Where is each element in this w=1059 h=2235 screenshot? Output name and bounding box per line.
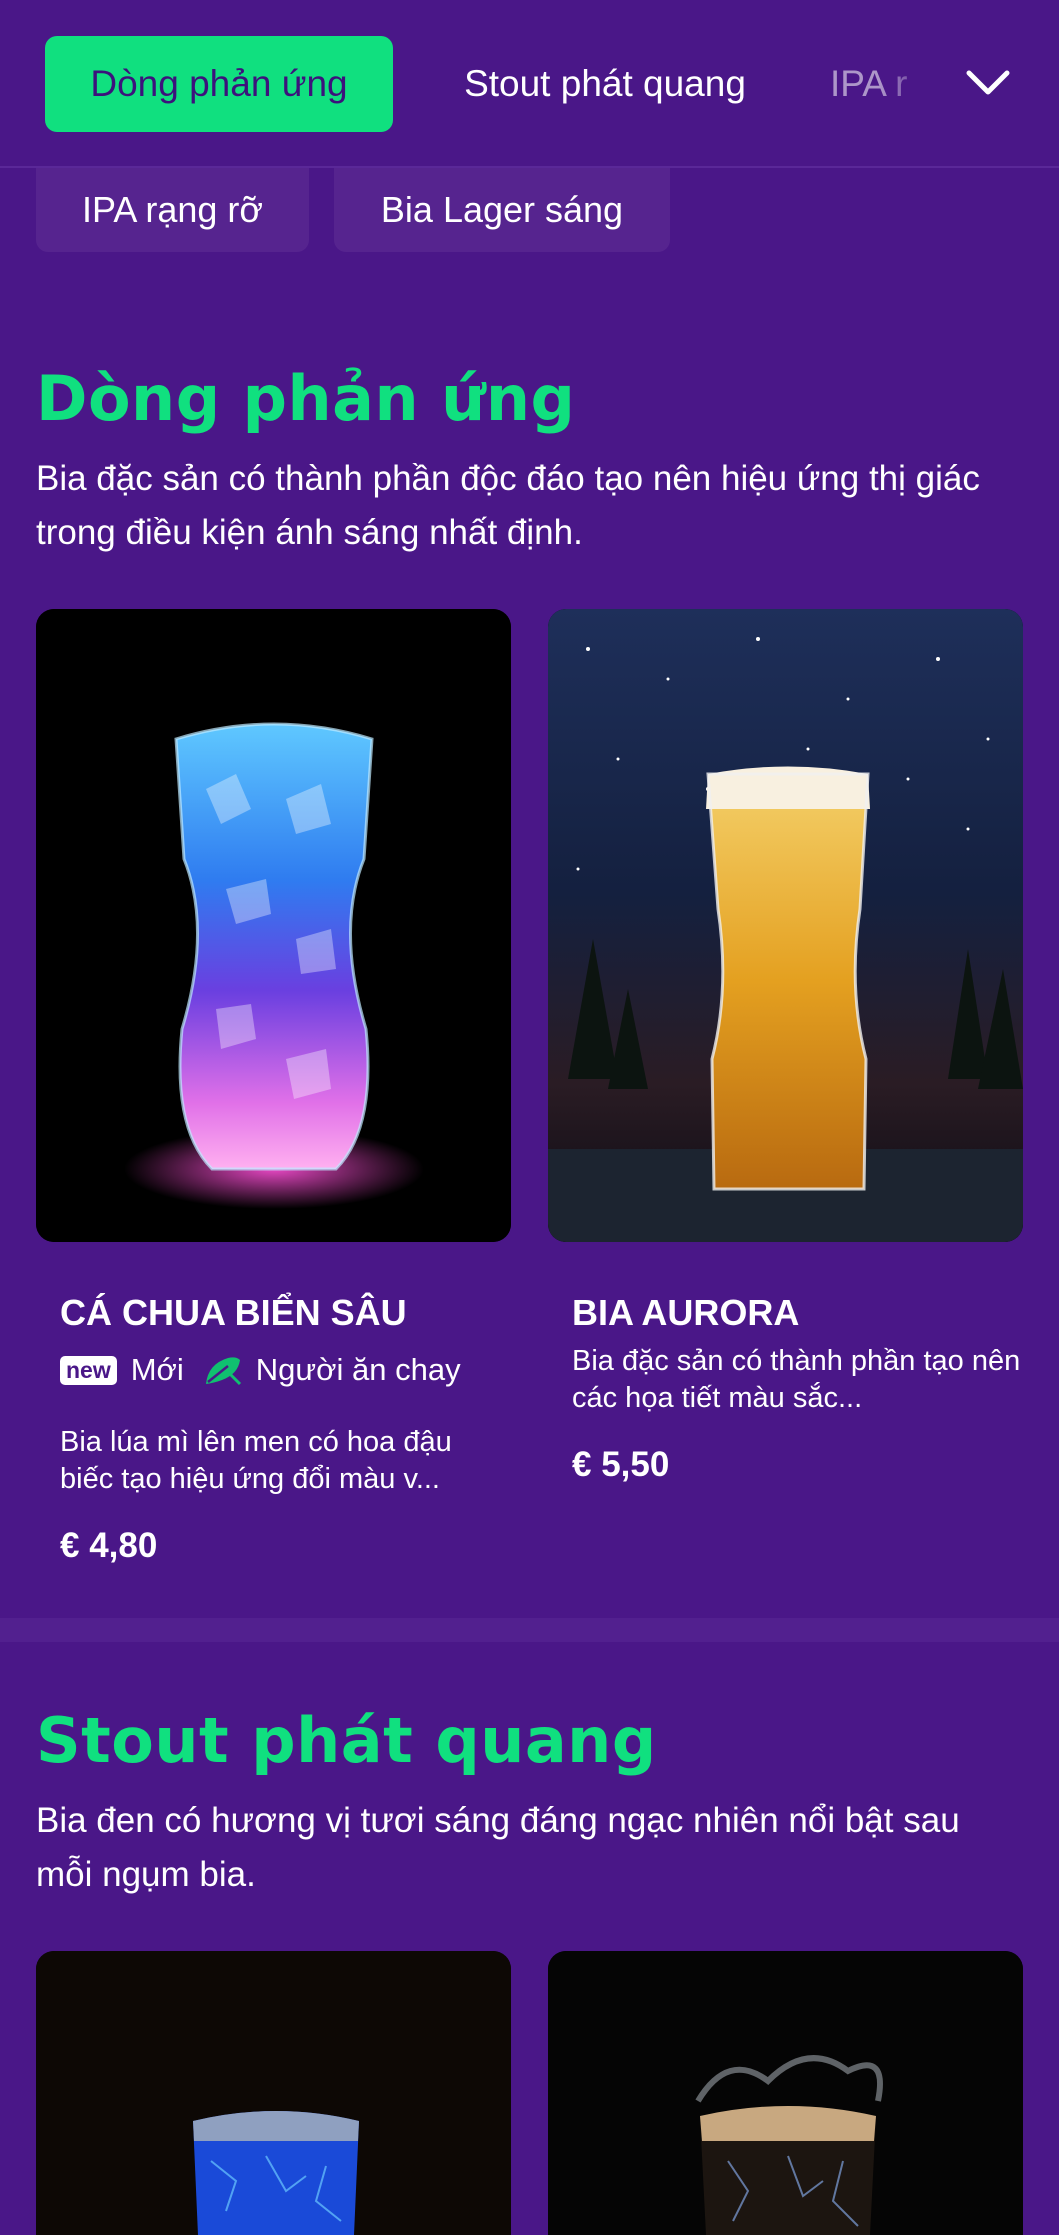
- chip-label: IPA rạng rỡ: [81, 189, 264, 230]
- chip-ipa-rang-ro[interactable]: IPA rạng rỡ: [36, 168, 309, 252]
- product-image-smoky-stout[interactable]: [548, 1951, 1023, 2235]
- new-label: Mới: [130, 1352, 184, 1387]
- product-description: Bia lúa mì lên men có hoa đậu biếc tạo h…: [60, 1426, 452, 1495]
- product-price: € 5,50: [572, 1445, 670, 1484]
- category-nav: Dòng phản ứng Stout phát quang IPA r: [0, 0, 1059, 168]
- chevron-down-icon[interactable]: [960, 58, 1016, 108]
- product-name[interactable]: BIA AURORA: [572, 1292, 799, 1334]
- tab-fade-overlay: [880, 36, 960, 132]
- product-image-glowing-stout[interactable]: [36, 1951, 511, 2235]
- chip-bia-lager-sang[interactable]: Bia Lager sáng: [334, 168, 670, 252]
- chip-label: Bia Lager sáng: [380, 189, 624, 230]
- product-badges: new Mới Người ăn chay: [60, 1352, 461, 1388]
- product-description: Bia đặc sản có thành phần tạo nên các họ…: [572, 1345, 1021, 1414]
- tab-dong-phan-ung[interactable]: Dòng phản ứng: [45, 36, 393, 132]
- section-description: Bia đen có hương vị tươi sáng đáng ngạc …: [36, 1801, 960, 1894]
- new-badge: new: [60, 1355, 117, 1385]
- product-image-aurora-beer[interactable]: [548, 609, 1023, 1242]
- vegetarian-label: Người ăn chay: [255, 1352, 461, 1387]
- section-description: Bia đặc sản có thành phần độc đáo tạo nê…: [36, 459, 980, 552]
- section-divider: [0, 1618, 1059, 1642]
- product-name[interactable]: CÁ CHUA BIỂN SÂU: [60, 1292, 407, 1334]
- tab-label: Dòng phản ứng: [90, 63, 348, 104]
- product-image-glowing-glass[interactable]: [36, 609, 511, 1242]
- product-price: € 4,80: [60, 1526, 158, 1565]
- section-title: Stout phát quang: [36, 1704, 657, 1777]
- subcategory-chips: IPA rạng rỡ Bia Lager sáng: [0, 168, 1059, 252]
- tab-stout-phat-quang[interactable]: Stout phát quang: [420, 36, 790, 132]
- leaf-icon: [202, 1352, 244, 1388]
- tab-label: Stout phát quang: [464, 63, 746, 104]
- section-title: Dòng phản ứng: [36, 362, 576, 435]
